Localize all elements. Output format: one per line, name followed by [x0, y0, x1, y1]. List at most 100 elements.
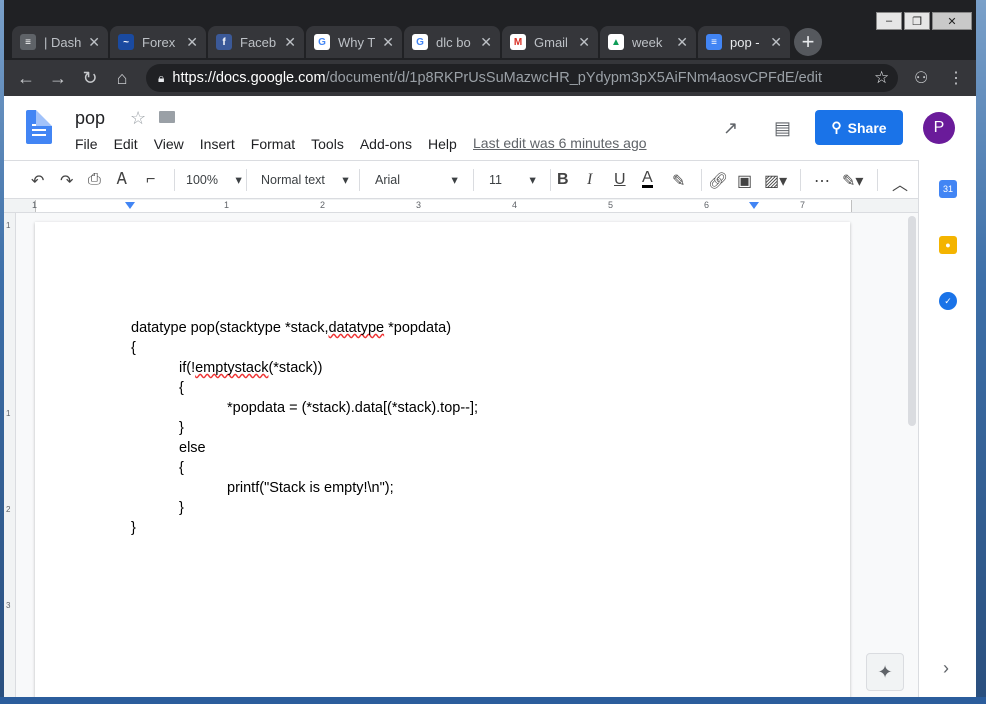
docs-logo-icon[interactable] — [26, 110, 52, 144]
menu-bar: File Edit View Insert Format Tools Add-o… — [75, 136, 473, 152]
docs-icon: ≡ — [706, 34, 722, 50]
editing-mode-icon[interactable]: ✎▾ — [842, 171, 863, 191]
document-page[interactable]: datatype pop(stacktype *stack,datatype *… — [35, 222, 850, 704]
reload-icon[interactable]: ↻ — [74, 68, 106, 89]
address-bar[interactable]: 🔒︎ https://docs.google.com/document/d/1p… — [146, 64, 898, 92]
tab-label: Faceb — [240, 34, 277, 50]
print-icon[interactable]: ⎙ — [88, 171, 101, 189]
underline-button[interactable]: U — [614, 171, 626, 189]
forward-icon[interactable]: → — [42, 68, 74, 89]
zoom-select[interactable]: 100% ▾ — [186, 172, 242, 187]
docs-header: pop ☆ File Edit View Insert Format Tools… — [4, 96, 976, 160]
taskbar-edge — [0, 697, 986, 704]
text-color-button[interactable]: A — [642, 170, 653, 188]
bold-button[interactable]: B — [557, 171, 569, 189]
format-toolbar: ↶ ↷ ⎙ Ꭺ ⌐ 100% ▾ Normal text ▾ Arial ▾ 1… — [4, 160, 918, 199]
new-tab-button[interactable]: + — [794, 28, 822, 56]
keep-icon[interactable]: ● — [939, 236, 957, 254]
menu-format[interactable]: Format — [251, 136, 295, 152]
minimize-button[interactable]: – — [876, 12, 902, 30]
document-title[interactable]: pop — [75, 108, 105, 129]
ruler-number: 1 — [6, 409, 11, 418]
spellcheck-icon[interactable]: Ꭺ — [117, 171, 128, 189]
collapse-menu-icon[interactable]: ︿ — [892, 171, 908, 195]
paint-format-icon[interactable]: ⌐ — [146, 171, 155, 189]
calendar-icon[interactable]: 31 — [939, 180, 957, 198]
incognito-icon[interactable]: ⚇ — [914, 68, 928, 88]
tab-label: Forex — [142, 34, 176, 50]
close-tab-icon[interactable]: ✕ — [88, 34, 100, 51]
link-icon[interactable]: 🔗︎ — [708, 171, 728, 191]
menu-insert[interactable]: Insert — [200, 136, 235, 152]
drive-icon: ▲ — [608, 34, 624, 50]
back-icon[interactable]: ← — [10, 68, 42, 89]
tab-drive[interactable]: ▲ week ✕ — [600, 26, 696, 58]
menu-addons[interactable]: Add-ons — [360, 136, 412, 152]
undo-icon[interactable]: ↶ — [31, 171, 44, 191]
close-window-button[interactable]: ✕ — [932, 12, 972, 30]
spelling-error[interactable]: emptystack — [195, 360, 268, 376]
tasks-icon[interactable]: ✓ — [939, 292, 957, 310]
tab-facebook[interactable]: f Faceb ✕ — [208, 26, 304, 58]
chevron-down-icon: ▾ — [529, 173, 536, 187]
ruler-number: 3 — [416, 200, 422, 210]
more-options-icon[interactable]: ⋯ — [814, 171, 830, 191]
menu-view[interactable]: View — [154, 136, 184, 152]
code-line: } — [179, 500, 184, 516]
last-edit-link[interactable]: Last edit was 6 minutes ago — [473, 135, 647, 151]
close-tab-icon[interactable]: ✕ — [186, 34, 198, 51]
add-comment-icon[interactable]: ▣ — [737, 171, 752, 191]
menu-tools[interactable]: Tools — [311, 136, 344, 152]
browser-window: – ❐ ✕ ≡ | Dash ✕ ~ Forex ✕ f Faceb ✕ G W… — [4, 0, 976, 704]
maximize-button[interactable]: ❐ — [904, 12, 930, 30]
tab-dlc[interactable]: G dlc bo ✕ — [404, 26, 500, 58]
tab-label: Gmail — [534, 34, 568, 50]
font-size-value: 11 — [489, 173, 502, 187]
highlight-icon[interactable]: ✎ — [672, 171, 685, 191]
comments-icon[interactable]: ▤ — [774, 118, 791, 139]
expand-panel-icon[interactable]: › — [943, 658, 949, 679]
redo-icon[interactable]: ↷ — [60, 171, 73, 191]
avatar[interactable]: P — [923, 112, 955, 144]
font-size-select[interactable]: 11 ▾ — [489, 172, 536, 187]
activity-trend-icon[interactable]: ↗ — [723, 118, 738, 139]
italic-button[interactable]: I — [587, 171, 592, 189]
document-body[interactable]: datatype pop(stacktype *stack,datatype *… — [131, 318, 478, 538]
chevron-down-icon: ▾ — [235, 173, 242, 187]
vertical-ruler[interactable]: 1 1 2 3 — [4, 213, 16, 704]
bookmark-star-icon[interactable]: ☆ — [874, 68, 889, 88]
close-tab-icon[interactable]: ✕ — [382, 34, 394, 51]
star-icon[interactable]: ☆ — [130, 108, 146, 129]
font-select[interactable]: Arial ▾ — [375, 172, 458, 187]
menu-edit[interactable]: Edit — [114, 136, 138, 152]
layers-icon: ≡ — [20, 34, 36, 50]
folder-icon[interactable] — [159, 111, 175, 123]
close-tab-icon[interactable]: ✕ — [676, 34, 688, 51]
side-panel: 31 ● ✓ › — [918, 160, 976, 704]
code-line: else — [179, 440, 206, 456]
home-icon[interactable]: ⌂ — [106, 68, 138, 89]
close-tab-icon[interactable]: ✕ — [770, 34, 782, 51]
right-indent-marker[interactable] — [749, 202, 759, 209]
menu-help[interactable]: Help — [428, 136, 457, 152]
vertical-scrollbar[interactable] — [908, 216, 916, 426]
explore-button[interactable]: ✦ — [866, 653, 904, 691]
close-tab-icon[interactable]: ✕ — [578, 34, 590, 51]
menu-file[interactable]: File — [75, 136, 98, 152]
facebook-icon: f — [216, 34, 232, 50]
close-tab-icon[interactable]: ✕ — [480, 34, 492, 51]
more-menu-icon[interactable]: ⋮ — [948, 68, 964, 88]
tab-gmail[interactable]: M Gmail ✕ — [502, 26, 598, 58]
tab-label: dlc bo — [436, 34, 471, 50]
horizontal-ruler[interactable]: 1 1 2 3 4 5 6 7 — [4, 199, 918, 213]
spelling-error[interactable]: datatype — [328, 320, 384, 336]
tab-forex[interactable]: ~ Forex ✕ — [110, 26, 206, 58]
share-button[interactable]: ⚲ Share — [815, 110, 903, 145]
tab-dashboard[interactable]: ≡ | Dash ✕ — [12, 26, 108, 58]
insert-image-icon[interactable]: ▨▾ — [764, 171, 787, 191]
left-indent-marker[interactable] — [125, 202, 135, 209]
style-select[interactable]: Normal text ▾ — [261, 172, 349, 187]
close-tab-icon[interactable]: ✕ — [284, 34, 296, 51]
tab-why[interactable]: G Why T ✕ — [306, 26, 402, 58]
tab-pop-active[interactable]: ≡ pop - ✕ — [698, 26, 790, 58]
